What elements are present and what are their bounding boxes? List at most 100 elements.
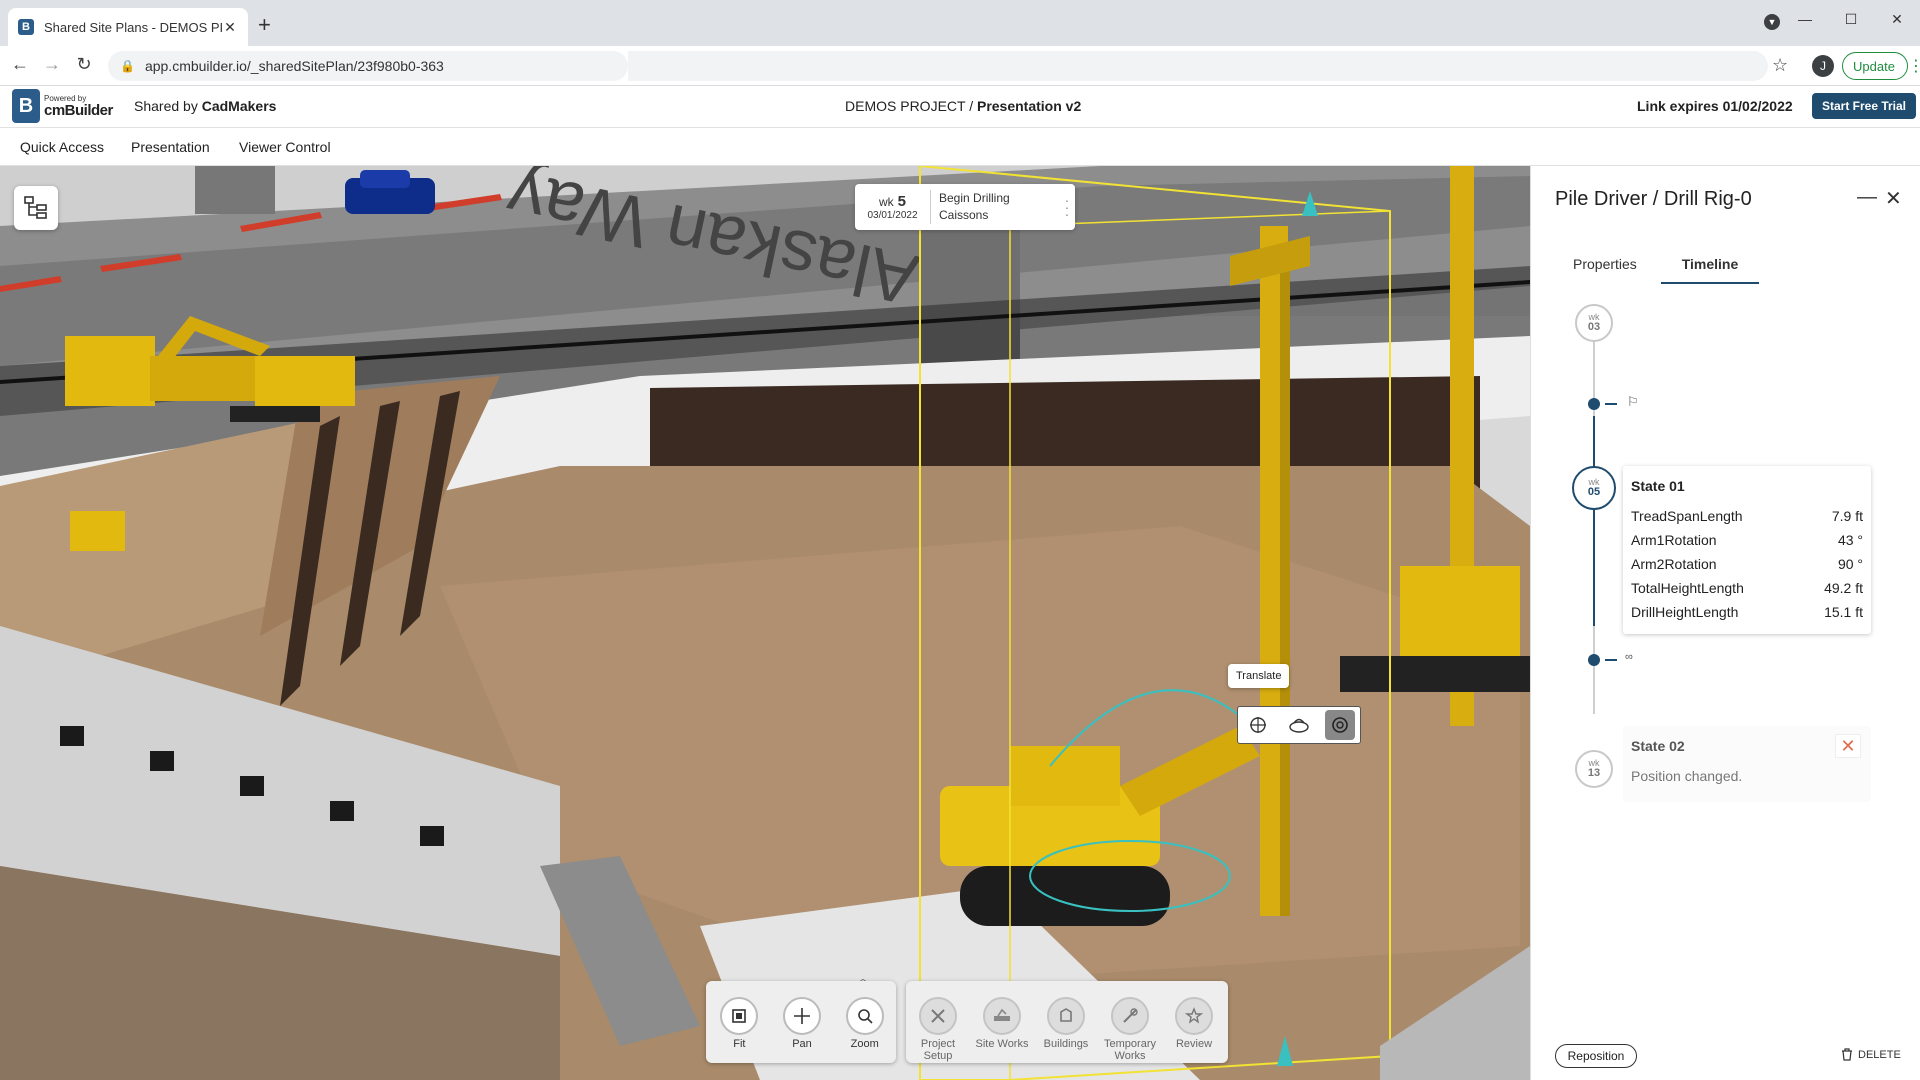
rotate-tool-button[interactable] [1284, 710, 1314, 740]
new-tab-button[interactable]: + [258, 12, 271, 38]
timeline-dash [1605, 403, 1617, 405]
project-title: DEMOS PROJECT / Presentation v2 [845, 98, 1081, 114]
temporary-works-tool[interactable]: Temporary Works [1098, 997, 1162, 1063]
property-value: 90 ° [1837, 556, 1863, 572]
address-bar[interactable]: 🔒 app.cmbuilder.io/_sharedSitePlan/23f98… [108, 51, 628, 81]
minimize-window-button[interactable]: — [1782, 4, 1828, 34]
task-line-2: Caissons [939, 208, 989, 222]
project-setup-icon [931, 1009, 945, 1023]
project-setup-tool[interactable]: Project Setup [906, 997, 970, 1063]
site-works-label: Site Works [975, 1038, 1029, 1050]
back-arrow-icon[interactable]: ← [8, 54, 32, 75]
browser-toolbar: ← → ↻ 🔒 app.cmbuilder.io/_sharedSitePlan… [0, 46, 1920, 86]
configure-tool-button[interactable] [1324, 710, 1355, 740]
update-button[interactable]: Update [1842, 52, 1908, 80]
close-tab-icon[interactable]: ✕ [222, 19, 238, 36]
zoom-label: Zoom [850, 1038, 879, 1050]
site-scene: Alaskan Way [0, 166, 1530, 1080]
state-01-card[interactable]: State 01 TreadSpanLength 7.9 ft Arm1Rota… [1623, 466, 1871, 634]
browser-menu-icon[interactable]: ⋮ [1908, 56, 1920, 76]
site-works-tool[interactable]: Site Works [970, 997, 1034, 1063]
delete-button[interactable]: DELETE [1841, 1048, 1901, 1061]
property-name: TreadSpanLength [1631, 508, 1743, 524]
review-icon [1185, 1007, 1203, 1024]
maximize-window-button[interactable]: ☐ [1828, 4, 1874, 34]
menu-presentation[interactable]: Presentation [131, 139, 210, 155]
fit-tool[interactable]: Fit [708, 997, 771, 1063]
week-badge-13[interactable]: wk 13 [1575, 750, 1613, 788]
task-line-1: Begin Drilling [939, 191, 1010, 206]
property-row: Arm1Rotation 43 ° [1631, 528, 1863, 552]
menu-quick-access[interactable]: Quick Access [20, 139, 104, 155]
property-row: TotalHeightLength 49.2 ft [1631, 576, 1863, 600]
fit-label: Fit [733, 1038, 746, 1050]
week-badge-number: 13 [1587, 766, 1601, 779]
link-expiry: Link expires 01/02/2022 [1637, 98, 1793, 114]
pan-tool[interactable]: Pan [771, 997, 834, 1063]
rotate-icon [1289, 718, 1309, 733]
property-name: Arm1Rotation [1631, 532, 1717, 548]
property-value: 15.1 ft [1824, 604, 1863, 620]
timeline-dash [1605, 659, 1617, 661]
url-text: app.cmbuilder.io/_sharedSitePlan/23f980b… [144, 58, 444, 74]
project-setup-label: Project Setup [920, 1038, 956, 1063]
week-badge-05[interactable]: wk 05 [1572, 466, 1616, 510]
state-name: State 01 [1631, 478, 1685, 494]
close-window-button[interactable]: ✕ [1874, 4, 1920, 34]
week-card-menu-icon[interactable]: · · · [1059, 193, 1075, 221]
reload-icon[interactable]: ↻ [72, 54, 96, 75]
tab-properties[interactable]: Properties [1573, 256, 1637, 282]
settings-gear-icon [1331, 717, 1348, 733]
flag-icon: ⚐ [1627, 394, 1639, 409]
reposition-button[interactable]: Reposition [1555, 1044, 1637, 1068]
cmbuilder-favicon-icon: B [18, 19, 34, 35]
translate-icon [1250, 717, 1267, 733]
pan-label: Pan [792, 1038, 812, 1050]
buildings-label: Buildings [1043, 1038, 1089, 1050]
state-name: State 02 [1631, 738, 1685, 754]
shared-by-prefix: Shared by [134, 98, 198, 114]
cmbuilder-logo[interactable]: B Powered by cmBuilder [12, 89, 113, 123]
start-free-trial-button[interactable]: Start Free Trial [1812, 93, 1916, 119]
review-tool[interactable]: Review [1162, 997, 1226, 1063]
week-task-card[interactable]: wk 5 03/01/2022 Begin Drilling Caissons ·… [855, 184, 1075, 230]
bookmark-star-icon[interactable]: ☆ [1772, 55, 1788, 76]
forward-arrow-icon[interactable]: → [40, 54, 64, 75]
week-badge-03[interactable]: wk 03 [1575, 304, 1613, 342]
review-label: Review [1175, 1038, 1213, 1050]
app-menu-bar: Quick Access Presentation Viewer Control [0, 128, 1920, 166]
module-tools-group: Project Setup Site Works Buildings Tempo… [906, 981, 1228, 1063]
zoom-tool[interactable]: Zoom [833, 997, 896, 1063]
3d-viewport[interactable]: Alaskan Way wk 5 03/01/2022 Begin Drilli… [0, 166, 1530, 1080]
browser-tab-strip: B Shared Site Plans - DEMOS PROJ ✕ + ▼ —… [0, 0, 1920, 46]
delete-label: DELETE [1858, 1048, 1901, 1061]
timeline-track-active [1593, 416, 1595, 626]
week-number: 5 [897, 193, 906, 210]
tab-timeline[interactable]: Timeline [1661, 256, 1759, 284]
property-name: Arm2Rotation [1631, 556, 1717, 572]
view-tools-group: Fit Pan Zoom [706, 981, 896, 1063]
close-panel-icon[interactable]: ✕ [1885, 186, 1902, 211]
presentation-name: Presentation v2 [976, 98, 1082, 114]
address-bar-extension[interactable] [628, 51, 1768, 81]
translate-tool-button[interactable] [1243, 710, 1273, 740]
property-row: DrillHeightLength 15.1 ft [1631, 600, 1863, 624]
state-02-card[interactable]: State 02 Position changed. ✕ [1623, 726, 1871, 802]
minimize-panel-icon[interactable]: — [1857, 186, 1877, 209]
browser-tab[interactable]: B Shared Site Plans - DEMOS PROJ ✕ [8, 8, 248, 46]
week-badge-number: 03 [1587, 320, 1601, 333]
property-value: 7.9 ft [1831, 508, 1863, 524]
scene-tree-button[interactable] [14, 186, 58, 230]
delete-state-icon[interactable]: ✕ [1835, 734, 1861, 758]
timeline-end-dot [1588, 654, 1600, 666]
tab-search-icon[interactable]: ▼ [1764, 14, 1780, 30]
browser-tab-title: Shared Site Plans - DEMOS PROJ [44, 19, 222, 35]
profile-avatar[interactable]: J [1812, 55, 1834, 77]
buildings-tool[interactable]: Buildings [1034, 997, 1098, 1063]
transform-gizmo-toolbar [1237, 706, 1361, 744]
buildings-icon [1060, 1008, 1072, 1022]
site-works-icon [994, 1008, 1010, 1021]
menu-viewer-control[interactable]: Viewer Control [239, 139, 331, 155]
week-label: wk [878, 195, 894, 209]
zoom-icon [857, 1009, 873, 1024]
